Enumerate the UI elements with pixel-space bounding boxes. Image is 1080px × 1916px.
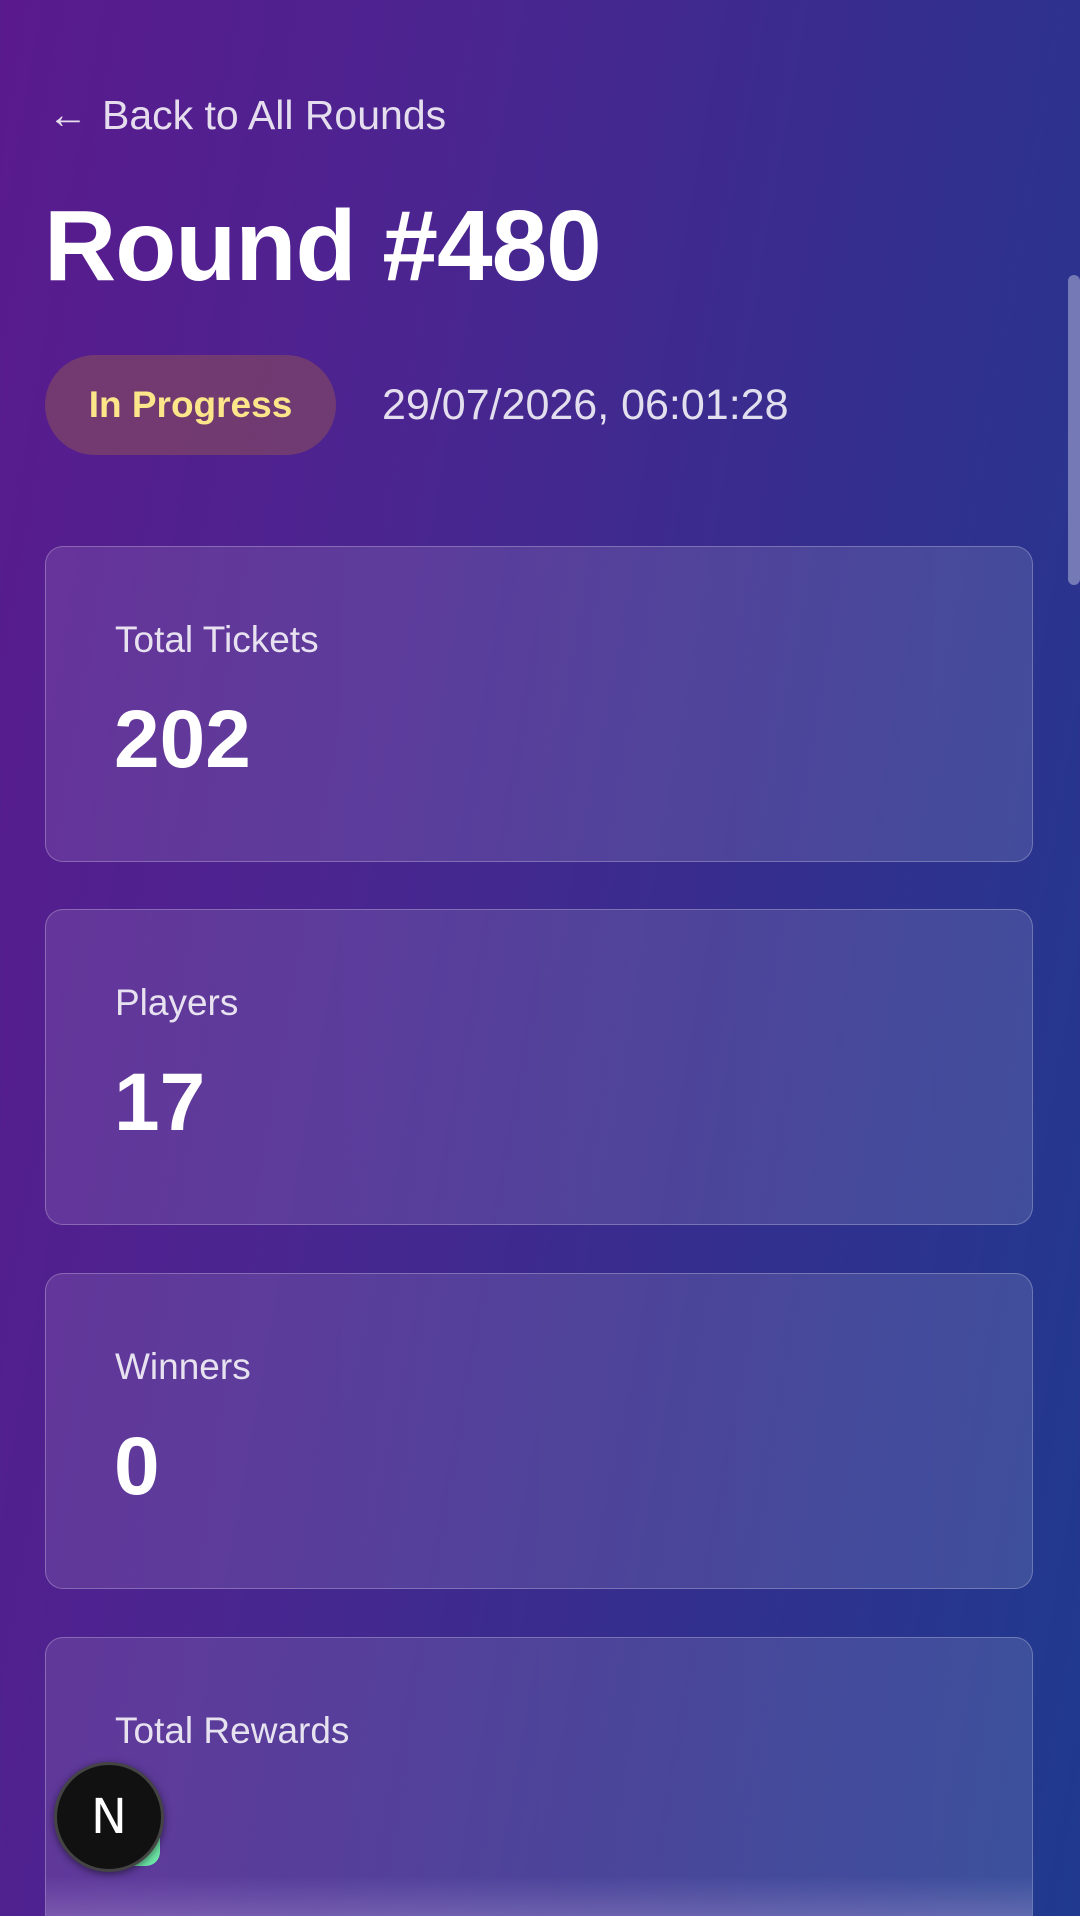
stat-value: 17 xyxy=(114,1057,206,1148)
back-link-label: Back to All Rounds xyxy=(102,92,447,138)
arrow-left-icon: ← xyxy=(48,93,88,137)
scrollbar-thumb[interactable] xyxy=(1068,275,1080,585)
back-to-all-rounds-link[interactable]: ← Back to All Rounds xyxy=(48,92,446,139)
stat-label: Total Rewards xyxy=(115,1710,350,1751)
stat-label: Total Tickets xyxy=(115,619,319,660)
stat-value: 202 xyxy=(114,694,251,785)
stat-card-total-rewards: Total Rewards xyxy=(45,1637,1033,1916)
stat-card-players: Players 17 xyxy=(45,909,1033,1225)
status-row: In Progress 29/07/2026, 06:01:28 xyxy=(45,355,788,455)
stat-label: Players xyxy=(115,982,239,1023)
stat-card-winners: Winners 0 xyxy=(45,1273,1033,1589)
page-title: Round #480 xyxy=(44,190,602,302)
card-fade-overlay xyxy=(46,1876,1032,1916)
status-badge: In Progress xyxy=(45,355,336,455)
nextjs-logo-icon[interactable]: N xyxy=(54,1762,164,1872)
dev-badge-letter: N xyxy=(91,1789,127,1845)
round-timestamp: 29/07/2026, 06:01:28 xyxy=(382,380,789,429)
stat-label: Winners xyxy=(115,1346,251,1387)
stat-value: 0 xyxy=(114,1421,160,1512)
stat-card-total-tickets: Total Tickets 202 xyxy=(45,546,1033,862)
